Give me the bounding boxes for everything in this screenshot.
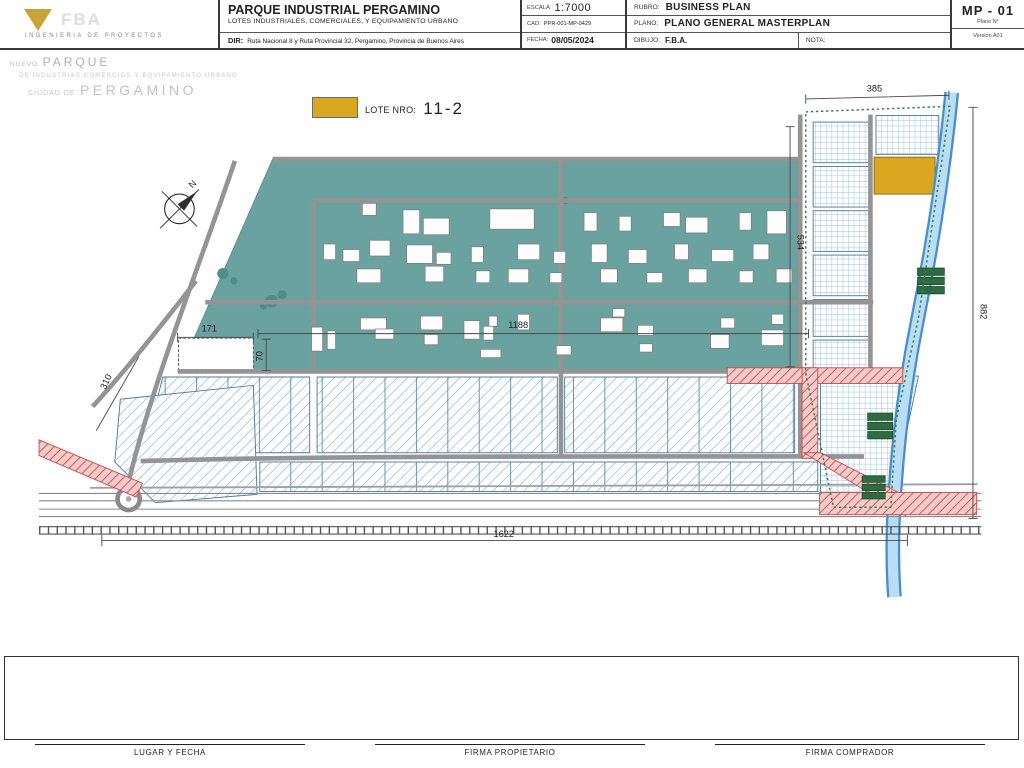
- highlighted-lot-11-2: [873, 156, 936, 195]
- scale-meta-cell: ESCALA: 1:7000 CAD: PPR-001-MP-0429 FECH…: [520, 0, 625, 48]
- rubro-label: RUBRO:: [634, 4, 660, 12]
- escala-label: ESCALA:: [527, 4, 552, 11]
- escala-value: 1:7000: [554, 1, 592, 14]
- dir-value: Ruta Nacional 8 y Ruta Provincial 32, Pe…: [247, 38, 464, 45]
- north-compass: N: [159, 178, 200, 229]
- dimension-385: 385: [805, 84, 950, 104]
- project-subtitle: LOTES INDUSTRIALES, COMERCIALES, Y EQUIP…: [228, 18, 459, 25]
- version-value: A01: [992, 33, 1003, 39]
- rubro-value: BUSINESS PLAN: [665, 2, 751, 14]
- commercial-lots-hatched: [114, 376, 819, 504]
- plano-row: PLANO: PLANO GENERAL MASTERPLAN: [627, 16, 950, 33]
- signature-place-date-label: LUGAR Y FECHA: [134, 748, 206, 757]
- fecha-row: FECHA: 08/05/2024: [522, 33, 625, 48]
- fecha-label: FECHA:: [527, 37, 549, 44]
- nota-label: NOTA:: [805, 36, 826, 44]
- masterplan-svg: 385 534 882 1188 171 70 310 1622 N: [38, 84, 988, 598]
- signature-place-date: LUGAR Y FECHA: [35, 744, 305, 757]
- notes-box: [4, 656, 1019, 740]
- cad-row: CAD: PPR-001-MP-0429: [522, 16, 625, 33]
- sheet-number-label: Plano N°: [952, 18, 1024, 29]
- dimension-1188-label: 1188: [508, 320, 528, 330]
- drawing-sheet: FBA INGENIERIA DE PROYECTOS PARQUE INDUS…: [0, 0, 1024, 768]
- sheet-code: MP - 01: [961, 3, 1015, 18]
- nota-cell: NOTA:: [797, 32, 950, 48]
- dimension-1622-label: 1622: [494, 529, 515, 539]
- reserved-lot-dashed: [178, 337, 254, 371]
- dibujo-label: DIBUJO:: [634, 36, 661, 44]
- plano-label: PLANO:: [634, 20, 659, 28]
- project-address-row: DIR: Ruta Nacional 8 y Ruta Provincial 3…: [220, 32, 520, 48]
- rubro-row: RUBRO: BUSINESS PLAN: [627, 0, 950, 17]
- signature-buyer-label: FIRMA COMPRADOR: [805, 748, 895, 757]
- dimension-171-label: 171: [202, 324, 217, 334]
- cad-value: PPR-001-MP-0429: [543, 20, 592, 27]
- dimension-534-label: 534: [795, 235, 805, 250]
- north-label: N: [187, 178, 199, 190]
- sheet-version: Version A01: [952, 29, 1024, 39]
- cad-label: CAD:: [527, 20, 541, 27]
- signature-owner: FIRMA PROPIETARIO: [375, 744, 645, 757]
- version-label: Version: [973, 33, 992, 39]
- dibujo-nota-row: DIBUJO: F.B.A. NOTA:: [627, 32, 950, 48]
- dir-label: DIR:: [228, 36, 244, 45]
- dimension-882-label: 882: [978, 304, 988, 319]
- dimension-882: 882: [968, 106, 988, 519]
- dimension-385-label: 385: [867, 84, 882, 94]
- project-title-cell: PARQUE INDUSTRIAL PERGAMINO LOTES INDUST…: [218, 0, 520, 48]
- signature-buyer: FIRMA COMPRADOR: [715, 744, 985, 757]
- escala-row: ESCALA: 1:7000: [522, 0, 625, 17]
- plan-info-cell: RUBRO: BUSINESS PLAN PLANO: PLANO GENERA…: [625, 0, 950, 48]
- company-tagline: INGENIERIA DE PROYECTOS: [25, 33, 164, 39]
- fba-logo-icon: [24, 9, 52, 31]
- dibujo-value: F.B.A.: [665, 35, 688, 45]
- title-block: FBA INGENIERIA DE PROYECTOS PARQUE INDUS…: [0, 0, 1024, 50]
- dimension-70-label: 70: [255, 351, 265, 361]
- signature-owner-label: FIRMA PROPIETARIO: [464, 748, 556, 757]
- dibujo-cell: DIBUJO: F.B.A.: [627, 33, 792, 48]
- plano-value: PLANO GENERAL MASTERPLAN: [664, 18, 831, 30]
- company-logo-cell: FBA INGENIERIA DE PROYECTOS: [0, 0, 218, 48]
- fecha-value: 08/05/2024: [551, 35, 594, 46]
- sheet-number-cell: MP - 01 Plano N° Version A01: [950, 0, 1024, 48]
- dimension-1622: 1622: [101, 529, 908, 547]
- company-name: FBA: [61, 10, 102, 29]
- project-title: PARQUE INDUSTRIAL PERGAMINO: [228, 3, 441, 17]
